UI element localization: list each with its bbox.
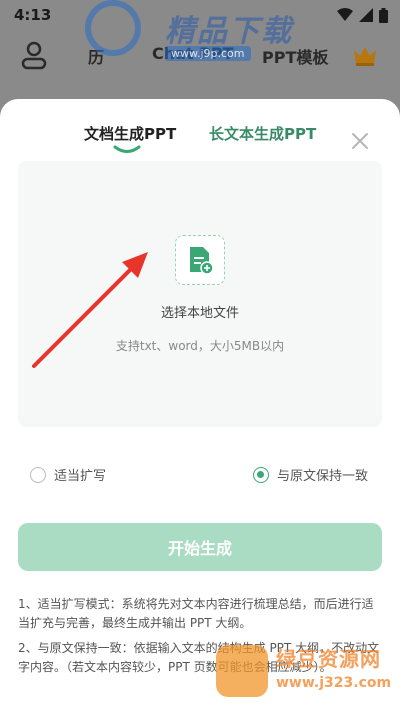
- option-moderate-expansion-label: 适当扩写: [54, 469, 107, 484]
- sheet-tabs: 文档生成PPT 长文本生成PPT: [0, 119, 400, 155]
- option-keep-original[interactable]: 与原文保持一致: [253, 465, 368, 484]
- background-tab-chatppt[interactable]: Chat PPT: [152, 44, 234, 63]
- option-moderate-expansion[interactable]: 适当扩写: [30, 465, 106, 484]
- crown-icon[interactable]: [352, 44, 378, 66]
- upload-hint: 支持txt、word，大小5MB以内: [115, 339, 285, 353]
- background-tab-ppt-template[interactable]: PPT模板: [262, 44, 328, 68]
- radio-keep-original[interactable]: [253, 466, 269, 483]
- start-generate-button[interactable]: 开始生成: [18, 523, 382, 571]
- status-bar: 4:13: [0, 0, 400, 30]
- background-app-header: 历 Chat PPT PPT模板: [0, 32, 400, 82]
- description-keep-original: 2、与原文保持一致：依据输入文本的结构生成 PPT 大纲，不改动文字内容。（若文…: [18, 641, 380, 674]
- file-upload-area[interactable]: 选择本地文件 支持txt、word，大小5MB以内: [18, 161, 382, 427]
- tab-document-to-ppt[interactable]: 文档生成PPT: [84, 123, 176, 144]
- generation-mode-options: 适当扩写 与原文保持一致: [0, 465, 400, 491]
- watermark-site: www.j323.com: [276, 675, 392, 691]
- bottom-sheet: 文档生成PPT 长文本生成PPT 选择本地文件 支持txt、word，大小5MB…: [0, 99, 400, 711]
- status-icons: [337, 7, 388, 23]
- background-tab-partial[interactable]: 历: [88, 44, 104, 68]
- active-tab-indicator: [113, 145, 141, 153]
- upload-icon-frame: [175, 235, 225, 285]
- radio-moderate-expansion[interactable]: [30, 466, 46, 483]
- wifi-icon: [337, 8, 353, 21]
- upload-label: 选择本地文件: [160, 306, 239, 321]
- signal-icon: [359, 8, 373, 22]
- status-time: 4:13: [14, 6, 52, 24]
- description-moderate-expansion: 1、适当扩写模式：系统将先对文本内容进行梳理总结，而后进行适当扩充与完善，最终生…: [18, 597, 374, 630]
- battery-icon: [379, 7, 388, 23]
- profile-icon[interactable]: [20, 40, 48, 70]
- add-file-icon: [190, 247, 214, 275]
- close-icon[interactable]: [350, 131, 370, 151]
- tab-long-text-to-ppt[interactable]: 长文本生成PPT: [209, 123, 316, 144]
- option-keep-original-label: 与原文保持一致: [277, 469, 369, 484]
